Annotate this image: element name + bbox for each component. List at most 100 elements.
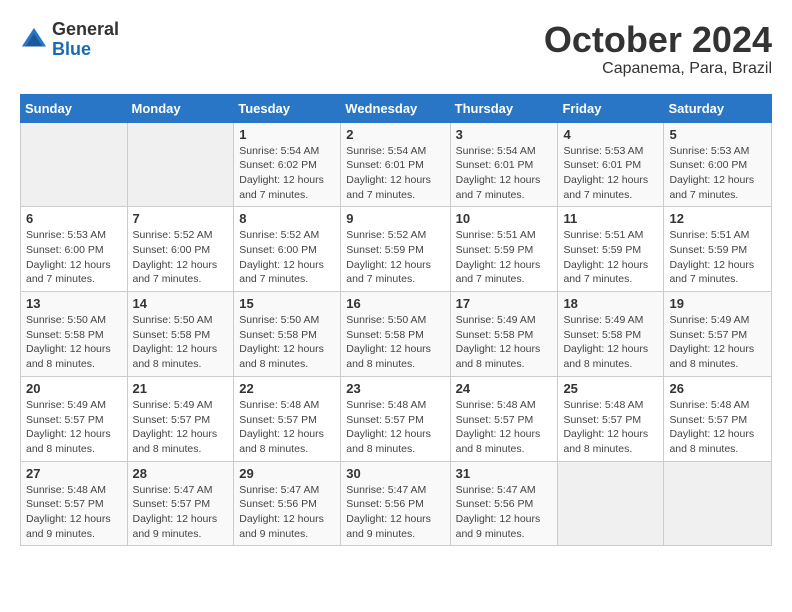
- day-cell: 17 Sunrise: 5:49 AM Sunset: 5:58 PM Dayli…: [450, 292, 558, 377]
- day-cell: 5Sunrise: 5:53 AM Sunset: 6:00 PM Daylig…: [664, 122, 772, 207]
- day-number: 16: [346, 296, 444, 311]
- day-detail: Sunrise: 5:48 AM Sunset: 5:57 PM Dayligh…: [669, 398, 766, 457]
- day-number: 2: [346, 127, 444, 142]
- day-number: 17: [456, 296, 553, 311]
- day-number: 31: [456, 466, 553, 481]
- day-detail: Sunrise: 5:51 AM Sunset: 5:59 PM Dayligh…: [563, 228, 658, 287]
- day-number: 14: [133, 296, 229, 311]
- col-header-tuesday: Tuesday: [234, 94, 341, 122]
- day-cell: 12Sunrise: 5:51 AM Sunset: 5:59 PM Dayli…: [664, 207, 772, 292]
- day-cell: [127, 122, 234, 207]
- day-cell: 8 Sunrise: 5:52 AM Sunset: 6:00 PM Daylig…: [234, 207, 341, 292]
- day-number: 6: [26, 211, 122, 226]
- day-number: 28: [133, 466, 229, 481]
- day-detail: Sunrise: 5:50 AM Sunset: 5:58 PM Dayligh…: [239, 313, 335, 372]
- day-cell: 21 Sunrise: 5:49 AM Sunset: 5:57 PM Dayli…: [127, 376, 234, 461]
- day-detail: Sunrise: 5:48 AM Sunset: 5:57 PM Dayligh…: [346, 398, 444, 457]
- day-detail: Sunrise: 5:47 AM Sunset: 5:56 PM Dayligh…: [456, 483, 553, 542]
- day-number: 20: [26, 381, 122, 396]
- day-cell: 6 Sunrise: 5:53 AM Sunset: 6:00 PM Daylig…: [21, 207, 128, 292]
- day-cell: 22 Sunrise: 5:48 AM Sunset: 5:57 PM Dayli…: [234, 376, 341, 461]
- day-number: 9: [346, 211, 444, 226]
- day-detail: Sunrise: 5:52 AM Sunset: 5:59 PM Dayligh…: [346, 228, 444, 287]
- day-cell: 16Sunrise: 5:50 AM Sunset: 5:58 PM Dayli…: [341, 292, 450, 377]
- day-detail: Sunrise: 5:52 AM Sunset: 6:00 PM Dayligh…: [239, 228, 335, 287]
- day-cell: [558, 461, 664, 546]
- day-number: 15: [239, 296, 335, 311]
- day-cell: 30 Sunrise: 5:47 AM Sunset: 5:56 PM Dayli…: [341, 461, 450, 546]
- day-detail: Sunrise: 5:48 AM Sunset: 5:57 PM Dayligh…: [563, 398, 658, 457]
- day-detail: Sunrise: 5:47 AM Sunset: 5:56 PM Dayligh…: [239, 483, 335, 542]
- day-detail: Sunrise: 5:48 AM Sunset: 5:57 PM Dayligh…: [456, 398, 553, 457]
- day-number: 10: [456, 211, 553, 226]
- day-detail: Sunrise: 5:49 AM Sunset: 5:57 PM Dayligh…: [669, 313, 766, 372]
- day-cell: 9 Sunrise: 5:52 AM Sunset: 5:59 PM Daylig…: [341, 207, 450, 292]
- day-number: 12: [669, 211, 766, 226]
- day-cell: 19 Sunrise: 5:49 AM Sunset: 5:57 PM Dayli…: [664, 292, 772, 377]
- day-detail: Sunrise: 5:54 AM Sunset: 6:01 PM Dayligh…: [346, 144, 444, 203]
- day-number: 1: [239, 127, 335, 142]
- day-number: 3: [456, 127, 553, 142]
- day-detail: Sunrise: 5:48 AM Sunset: 5:57 PM Dayligh…: [26, 483, 122, 542]
- day-detail: Sunrise: 5:47 AM Sunset: 5:56 PM Dayligh…: [346, 483, 444, 542]
- day-cell: 20 Sunrise: 5:49 AM Sunset: 5:57 PM Dayli…: [21, 376, 128, 461]
- day-number: 19: [669, 296, 766, 311]
- week-row-1: 1 Sunrise: 5:54 AM Sunset: 6:02 PM Daylig…: [21, 122, 772, 207]
- day-number: 22: [239, 381, 335, 396]
- day-number: 24: [456, 381, 553, 396]
- logo: General Blue: [20, 20, 119, 60]
- day-cell: [21, 122, 128, 207]
- day-number: 23: [346, 381, 444, 396]
- day-detail: Sunrise: 5:49 AM Sunset: 5:57 PM Dayligh…: [26, 398, 122, 457]
- day-cell: 1 Sunrise: 5:54 AM Sunset: 6:02 PM Daylig…: [234, 122, 341, 207]
- day-cell: 13 Sunrise: 5:50 AM Sunset: 5:58 PM Dayli…: [21, 292, 128, 377]
- day-number: 21: [133, 381, 229, 396]
- day-number: 8: [239, 211, 335, 226]
- day-number: 27: [26, 466, 122, 481]
- col-header-thursday: Thursday: [450, 94, 558, 122]
- day-cell: 26 Sunrise: 5:48 AM Sunset: 5:57 PM Dayli…: [664, 376, 772, 461]
- day-cell: 11 Sunrise: 5:51 AM Sunset: 5:59 PM Dayli…: [558, 207, 664, 292]
- day-cell: 2 Sunrise: 5:54 AM Sunset: 6:01 PM Daylig…: [341, 122, 450, 207]
- col-header-saturday: Saturday: [664, 94, 772, 122]
- day-detail: Sunrise: 5:53 AM Sunset: 6:00 PM Dayligh…: [26, 228, 122, 287]
- header-row: SundayMondayTuesdayWednesdayThursdayFrid…: [21, 94, 772, 122]
- day-detail: Sunrise: 5:47 AM Sunset: 5:57 PM Dayligh…: [133, 483, 229, 542]
- col-header-monday: Monday: [127, 94, 234, 122]
- day-number: 11: [563, 211, 658, 226]
- day-number: 30: [346, 466, 444, 481]
- day-cell: 3 Sunrise: 5:54 AM Sunset: 6:01 PM Daylig…: [450, 122, 558, 207]
- day-number: 4: [563, 127, 658, 142]
- day-detail: Sunrise: 5:49 AM Sunset: 5:58 PM Dayligh…: [456, 313, 553, 372]
- week-row-2: 6 Sunrise: 5:53 AM Sunset: 6:00 PM Daylig…: [21, 207, 772, 292]
- page-header: General Blue October 2024 Capanema, Para…: [20, 20, 772, 78]
- day-detail: Sunrise: 5:48 AM Sunset: 5:57 PM Dayligh…: [239, 398, 335, 457]
- day-number: 29: [239, 466, 335, 481]
- day-number: 25: [563, 381, 658, 396]
- day-detail: Sunrise: 5:54 AM Sunset: 6:01 PM Dayligh…: [456, 144, 553, 203]
- day-cell: 14 Sunrise: 5:50 AM Sunset: 5:58 PM Dayli…: [127, 292, 234, 377]
- day-detail: Sunrise: 5:54 AM Sunset: 6:02 PM Dayligh…: [239, 144, 335, 203]
- day-cell: 4 Sunrise: 5:53 AM Sunset: 6:01 PM Daylig…: [558, 122, 664, 207]
- day-cell: 24 Sunrise: 5:48 AM Sunset: 5:57 PM Dayli…: [450, 376, 558, 461]
- day-cell: 29 Sunrise: 5:47 AM Sunset: 5:56 PM Dayli…: [234, 461, 341, 546]
- day-number: 13: [26, 296, 122, 311]
- day-detail: Sunrise: 5:50 AM Sunset: 5:58 PM Dayligh…: [26, 313, 122, 372]
- day-detail: Sunrise: 5:51 AM Sunset: 5:59 PM Dayligh…: [456, 228, 553, 287]
- day-cell: 25 Sunrise: 5:48 AM Sunset: 5:57 PM Dayli…: [558, 376, 664, 461]
- col-header-friday: Friday: [558, 94, 664, 122]
- day-cell: 18Sunrise: 5:49 AM Sunset: 5:58 PM Dayli…: [558, 292, 664, 377]
- day-detail: Sunrise: 5:52 AM Sunset: 6:00 PM Dayligh…: [133, 228, 229, 287]
- day-number: 26: [669, 381, 766, 396]
- day-detail: Sunrise: 5:53 AM Sunset: 6:01 PM Dayligh…: [563, 144, 658, 203]
- logo-icon: [20, 26, 48, 54]
- day-detail: Sunrise: 5:50 AM Sunset: 5:58 PM Dayligh…: [133, 313, 229, 372]
- day-detail: Sunrise: 5:53 AM Sunset: 6:00 PM Dayligh…: [669, 144, 766, 203]
- day-cell: 10 Sunrise: 5:51 AM Sunset: 5:59 PM Dayli…: [450, 207, 558, 292]
- location-subtitle: Capanema, Para, Brazil: [544, 60, 772, 78]
- col-header-sunday: Sunday: [21, 94, 128, 122]
- title-block: October 2024 Capanema, Para, Brazil: [544, 20, 772, 78]
- day-detail: Sunrise: 5:49 AM Sunset: 5:57 PM Dayligh…: [133, 398, 229, 457]
- week-row-3: 13 Sunrise: 5:50 AM Sunset: 5:58 PM Dayli…: [21, 292, 772, 377]
- col-header-wednesday: Wednesday: [341, 94, 450, 122]
